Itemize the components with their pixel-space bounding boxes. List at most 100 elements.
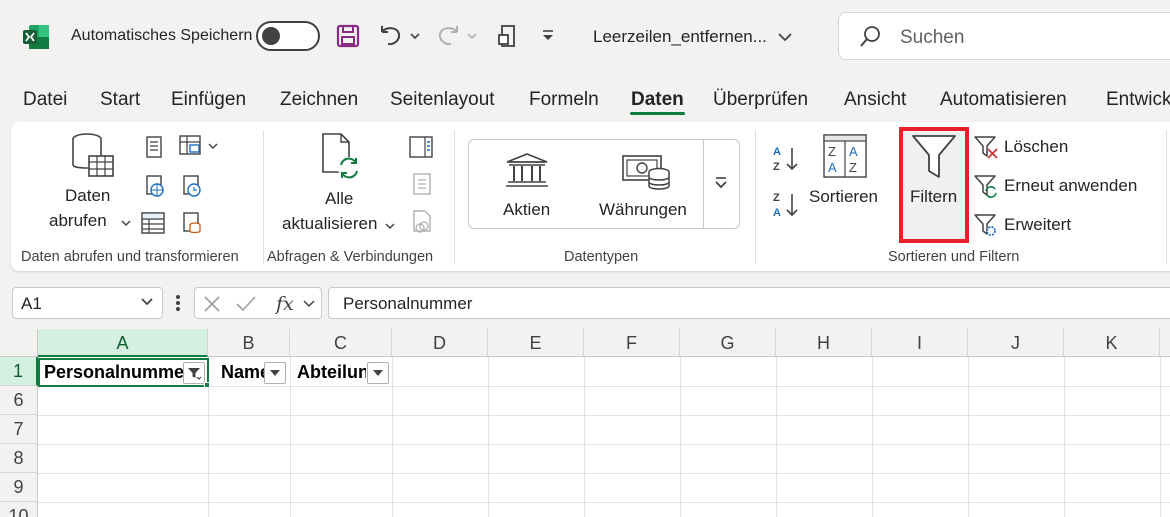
from-text-icon[interactable] xyxy=(144,135,166,159)
row-header-10[interactable]: 10 xyxy=(0,502,38,517)
svg-text:Z: Z xyxy=(849,160,857,175)
tab-formeln[interactable]: Formeln xyxy=(529,89,599,111)
gridline xyxy=(872,357,873,517)
refresh-icon xyxy=(322,133,360,179)
cell-c1[interactable]: Abteilung xyxy=(292,358,366,387)
queries-connections-icon[interactable] xyxy=(409,135,433,159)
row-header-7[interactable]: 7 xyxy=(0,415,38,444)
group-separator xyxy=(454,130,455,264)
column-header-g[interactable]: G xyxy=(680,329,776,357)
column-header-a[interactable]: A xyxy=(38,329,208,357)
group-separator xyxy=(263,130,264,264)
formula-input[interactable]: Personalnummer xyxy=(328,287,1170,319)
clear-filter-icon xyxy=(974,136,998,159)
tab-entwicklertools[interactable]: Entwick xyxy=(1106,89,1170,111)
svg-text:A: A xyxy=(773,207,781,219)
svg-text:A: A xyxy=(828,160,837,175)
group-label-queries: Abfragen & Verbindungen xyxy=(267,249,434,265)
from-picture-icon[interactable] xyxy=(179,135,219,157)
group-separator xyxy=(755,130,756,264)
get-data-button[interactable]: Daten abrufen xyxy=(41,130,131,240)
column-header-h[interactable]: H xyxy=(776,329,872,357)
sort-button[interactable]: Z A A Z Sortieren xyxy=(805,130,885,240)
properties-icon[interactable] xyxy=(411,172,433,196)
currencies-button[interactable]: Währungen xyxy=(591,144,701,224)
excel-logo-icon xyxy=(23,25,49,49)
name-box[interactable]: A1 xyxy=(12,287,163,319)
column-header-k[interactable]: K xyxy=(1064,329,1160,357)
reapply-button[interactable]: Erneut anwenden xyxy=(973,173,1163,199)
row-header-9[interactable]: 9 xyxy=(0,473,38,502)
active-tab-indicator xyxy=(630,112,685,115)
reapply-label: Erneut anwenden xyxy=(1004,176,1138,195)
autosave-toggle[interactable] xyxy=(256,21,320,51)
save-icon[interactable] xyxy=(335,20,361,52)
fill-handle[interactable] xyxy=(204,382,210,388)
column-header-i[interactable]: I xyxy=(872,329,968,357)
search-box[interactable]: Suchen xyxy=(838,12,1170,60)
refresh-all-button[interactable]: Alle aktualisieren xyxy=(279,130,399,240)
tab-einfuegen[interactable]: Einfügen xyxy=(171,89,246,111)
filter-dropdown-b[interactable] xyxy=(264,362,286,384)
gridline xyxy=(1064,357,1065,517)
currency-database-icon xyxy=(622,155,670,190)
insert-function-icon[interactable]: fx xyxy=(275,292,299,316)
column-header-d[interactable]: D xyxy=(392,329,488,357)
redo-icon[interactable] xyxy=(436,20,480,52)
tab-start[interactable]: Start xyxy=(100,89,140,111)
cell-b1[interactable]: Name xyxy=(216,358,264,387)
svg-text:Z: Z xyxy=(828,144,836,159)
select-all-corner[interactable] xyxy=(0,329,38,357)
recent-sources-icon[interactable] xyxy=(181,174,203,198)
svg-text:fx: fx xyxy=(275,293,294,315)
group-label-get-transform: Daten abrufen und transformieren xyxy=(21,249,239,265)
tab-datei[interactable]: Datei xyxy=(23,89,67,111)
title-bar: Automatisches Speichern Leerzeilen_entfe… xyxy=(0,0,1170,76)
refresh-line1: Alle xyxy=(325,189,354,208)
tab-seitenlayout[interactable]: Seitenlayout xyxy=(390,89,495,111)
chevron-down-icon[interactable] xyxy=(303,299,315,309)
filter-dropdown-a[interactable] xyxy=(183,362,205,384)
column-header-b[interactable]: B xyxy=(208,329,290,357)
tab-automatisieren[interactable]: Automatisieren xyxy=(940,89,1067,111)
get-data-line1: Daten xyxy=(65,186,111,205)
gallery-separator xyxy=(703,140,704,228)
column-header-f[interactable]: F xyxy=(584,329,680,357)
row-header-8[interactable]: 8 xyxy=(0,444,38,473)
tab-zeichnen[interactable]: Zeichnen xyxy=(280,89,358,111)
refresh-chevron-icon xyxy=(385,223,395,230)
gallery-expand-icon[interactable] xyxy=(713,176,729,190)
confirm-icon[interactable] xyxy=(235,295,257,313)
from-table-icon[interactable] xyxy=(141,211,165,235)
column-header-e[interactable]: E xyxy=(488,329,584,357)
sort-a-z-icon[interactable]: AZ xyxy=(771,144,801,174)
column-header-partial[interactable] xyxy=(1160,329,1170,357)
ribbon-tabs: Datei Start Einfügen Zeichnen Seitenlayo… xyxy=(0,76,1170,120)
column-header-j[interactable]: J xyxy=(968,329,1064,357)
sort-z-a-icon[interactable]: ZA xyxy=(771,190,801,220)
existing-connections-icon[interactable] xyxy=(181,211,203,235)
ribbon: Daten abrufen Daten abrufen und transfor… xyxy=(11,122,1170,271)
filter-dropdown-c[interactable] xyxy=(367,362,389,384)
advanced-filter-button[interactable]: Erweitert xyxy=(973,212,1113,238)
more-options-icon[interactable] xyxy=(175,293,181,313)
stocks-button[interactable]: Aktien xyxy=(479,144,579,224)
customize-toolbar-icon[interactable] xyxy=(538,20,558,52)
gridline xyxy=(488,357,489,517)
formula-bar: A1 fx Personalnummer xyxy=(0,278,1170,326)
tab-ueberpruefen[interactable]: Überprüfen xyxy=(713,89,808,111)
search-placeholder: Suchen xyxy=(900,27,965,48)
undo-icon[interactable] xyxy=(377,20,423,52)
cancel-icon[interactable] xyxy=(203,295,221,313)
column-header-c[interactable]: C xyxy=(290,329,392,357)
clear-filter-button[interactable]: Löschen xyxy=(973,134,1113,160)
tab-daten[interactable]: Daten xyxy=(631,89,684,111)
row-header-6[interactable]: 6 xyxy=(0,386,38,415)
filter-button[interactable]: Filtern xyxy=(903,131,965,239)
print-preview-icon[interactable] xyxy=(496,20,520,52)
edit-links-icon[interactable] xyxy=(411,209,433,235)
document-title[interactable]: Leerzeilen_entfernen... xyxy=(593,27,793,47)
tab-ansicht[interactable]: Ansicht xyxy=(844,89,906,111)
row-header-1[interactable]: 1 xyxy=(0,357,38,386)
from-web-icon[interactable] xyxy=(144,174,166,198)
